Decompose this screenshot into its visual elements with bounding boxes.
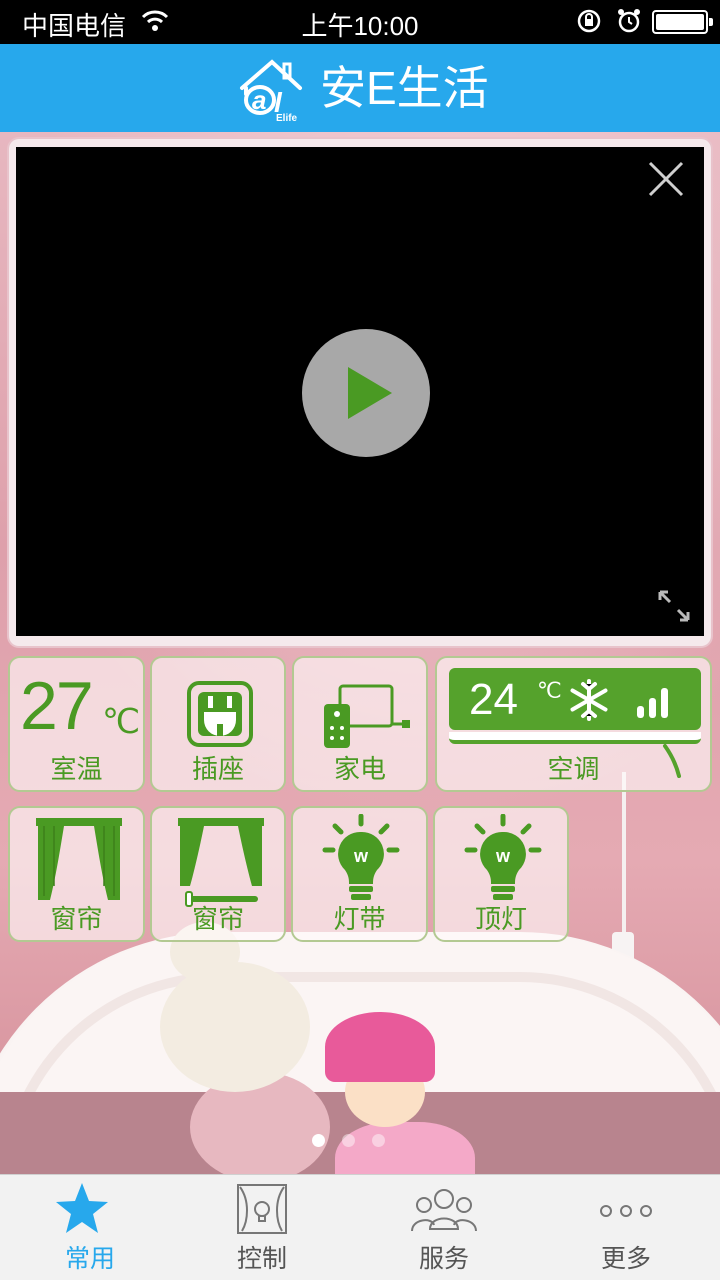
clock: 上午10:00 xyxy=(301,11,419,41)
svg-text:w: w xyxy=(495,846,511,866)
tab-label: 常用 xyxy=(64,1245,115,1273)
snowflake-icon xyxy=(570,679,608,721)
tile-appliance[interactable]: 家电 xyxy=(292,656,428,792)
tab-common[interactable]: 常用 xyxy=(0,1175,180,1280)
tile-label: 灯带 xyxy=(333,904,386,934)
tab-bar: 常用 控制 服务 更多 xyxy=(0,1174,720,1280)
doll-hat xyxy=(325,1012,435,1082)
socket-icon xyxy=(187,681,253,747)
page-indicator xyxy=(312,1132,397,1148)
tile-label: 室温 xyxy=(50,754,103,784)
tab-service[interactable]: 服务 xyxy=(354,1175,534,1280)
tile-label: 顶灯 xyxy=(474,904,527,934)
tile-room-temperature[interactable]: 27 ℃ 室温 xyxy=(8,656,145,792)
star-icon xyxy=(56,1183,108,1233)
more-icon xyxy=(600,1205,652,1217)
ac-temperature-value: 24 xyxy=(469,675,518,724)
tile-label: 窗帘 xyxy=(191,904,244,934)
play-button[interactable] xyxy=(302,329,430,457)
fullscreen-icon[interactable] xyxy=(656,588,692,624)
signal-icon xyxy=(637,688,668,718)
title-bar: a l Elife 安E生活 xyxy=(0,44,720,132)
alarm-icon xyxy=(618,9,640,33)
room-temperature-value: 27 xyxy=(20,668,94,744)
video-player[interactable] xyxy=(16,147,704,636)
ac-temperature-unit: ℃ xyxy=(537,678,562,703)
ac-unit-base xyxy=(449,732,701,744)
tile-curtain-2[interactable]: 窗帘 xyxy=(150,806,286,942)
app-title: 安E生活 xyxy=(320,62,489,114)
tile-label: 空调 xyxy=(547,754,600,784)
ac-display: 24 ℃ xyxy=(449,668,701,730)
battery-icon xyxy=(652,10,713,34)
room-temperature-unit: ℃ xyxy=(102,703,141,741)
video-player-frame xyxy=(9,139,711,646)
curtain-icon xyxy=(178,818,264,907)
plush-doll xyxy=(325,1012,485,1174)
play-icon xyxy=(348,367,392,419)
tile-curtain-1[interactable]: 窗帘 xyxy=(8,806,145,942)
bulb-icon: w xyxy=(322,814,400,900)
people-icon xyxy=(411,1189,477,1232)
close-icon[interactable] xyxy=(646,159,686,199)
tile-label: 插座 xyxy=(191,754,244,784)
tab-control[interactable]: 控制 xyxy=(172,1175,352,1280)
tab-label: 服务 xyxy=(418,1245,469,1273)
tab-more[interactable]: 更多 xyxy=(536,1175,716,1280)
control-icon xyxy=(237,1184,287,1234)
svg-text:a: a xyxy=(252,85,266,115)
page-dot-active[interactable] xyxy=(312,1134,325,1147)
page-dot[interactable] xyxy=(342,1134,356,1147)
bulb-icon: w xyxy=(464,814,542,900)
elife-logo: a l Elife xyxy=(240,59,302,124)
rotation-lock-icon xyxy=(577,9,601,33)
status-bar: 中国电信 上午10:00 xyxy=(0,0,720,44)
curtain-icon xyxy=(36,818,122,900)
tile-label: 窗帘 xyxy=(50,904,103,934)
tab-label: 控制 xyxy=(236,1245,287,1273)
tab-label: 更多 xyxy=(600,1245,651,1273)
page-dot[interactable] xyxy=(372,1134,386,1147)
tile-socket[interactable]: 插座 xyxy=(150,656,286,792)
tile-ceiling-light[interactable]: w 顶灯 xyxy=(433,806,569,942)
bunny-head xyxy=(160,962,310,1092)
tile-light-strip[interactable]: w 灯带 xyxy=(291,806,428,942)
tile-label: 家电 xyxy=(333,754,386,784)
svg-text:w: w xyxy=(353,846,369,866)
svg-text:Elife: Elife xyxy=(276,113,298,124)
appliance-icon xyxy=(324,684,410,748)
tile-air-conditioner[interactable]: 24 ℃ 空调 xyxy=(435,656,712,792)
battery-fill xyxy=(656,14,704,30)
